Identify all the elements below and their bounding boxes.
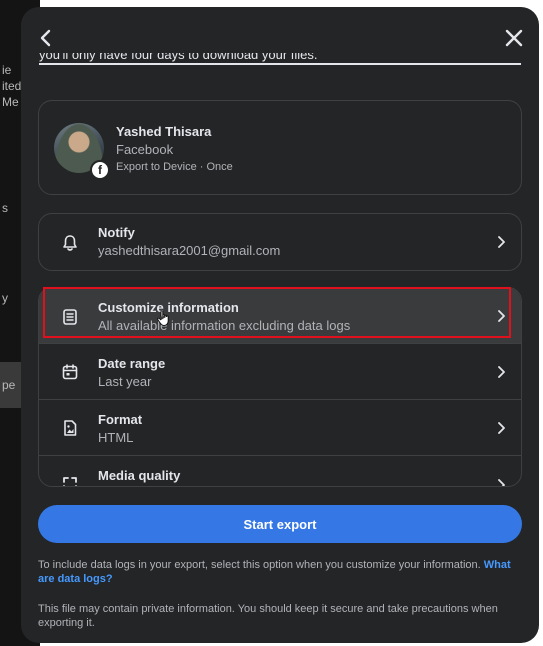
data-logs-note: To include data logs in your export, sel…: [38, 558, 522, 586]
option-media-quality[interactable]: Media quality: [39, 456, 521, 486]
scrolled-notice-text: you'll only have four days to download y…: [39, 53, 318, 62]
chevron-right-icon: [495, 421, 507, 435]
background-text: ie: [2, 63, 12, 77]
document-list-icon: [59, 306, 81, 328]
expand-icon: [59, 473, 81, 486]
data-logs-note-text: To include data logs in your export, sel…: [38, 559, 481, 571]
background-text: pe: [2, 378, 16, 392]
chevron-right-icon: [495, 309, 507, 323]
privacy-note: This file may contain private informatio…: [38, 603, 498, 629]
background-text: s: [2, 201, 8, 215]
chevron-right-icon: [495, 478, 507, 486]
scroll-divider: [39, 63, 521, 65]
export-destination: Export to Device · Once: [116, 161, 233, 173]
image-file-icon: [59, 417, 81, 439]
option-title: Format: [98, 412, 143, 427]
background-text: Me: [2, 95, 19, 109]
account-platform: Facebook: [116, 142, 174, 157]
close-icon: [505, 29, 523, 47]
back-button[interactable]: [31, 23, 61, 53]
facebook-icon: f: [90, 160, 110, 180]
chevron-right-icon: [495, 365, 507, 379]
background-text: y: [2, 291, 8, 305]
background-text: ited: [2, 79, 22, 93]
export-dialog: you'll only have four days to download y…: [21, 7, 539, 643]
option-value: Last year: [98, 374, 152, 389]
option-date-range[interactable]: Date range Last year: [39, 344, 521, 400]
option-title: Media quality: [98, 468, 181, 483]
chevron-left-icon: [40, 29, 51, 47]
option-title: Date range: [98, 356, 166, 371]
calendar-icon: [59, 361, 81, 383]
hand-cursor-icon: [157, 310, 169, 326]
account-card: f Yashed Thisara Facebook Export to Devi…: [38, 100, 522, 195]
option-customize-information[interactable]: Customize information All available info…: [39, 288, 521, 344]
account-name: Yashed Thisara: [116, 124, 212, 139]
export-options-list: Customize information All available info…: [38, 287, 522, 487]
option-value: All available information excluding data…: [98, 318, 351, 333]
option-value: HTML: [98, 430, 134, 445]
notify-title: Notify: [98, 225, 135, 240]
notify-row[interactable]: Notify yashedthisara2001@gmail.com: [38, 213, 522, 271]
option-format[interactable]: Format HTML: [39, 400, 521, 456]
bell-icon: [59, 232, 81, 254]
chevron-right-icon: [495, 235, 507, 249]
close-button[interactable]: [499, 23, 529, 53]
notify-email: yashedthisara2001@gmail.com: [98, 243, 281, 258]
start-export-button[interactable]: Start export: [38, 505, 522, 543]
